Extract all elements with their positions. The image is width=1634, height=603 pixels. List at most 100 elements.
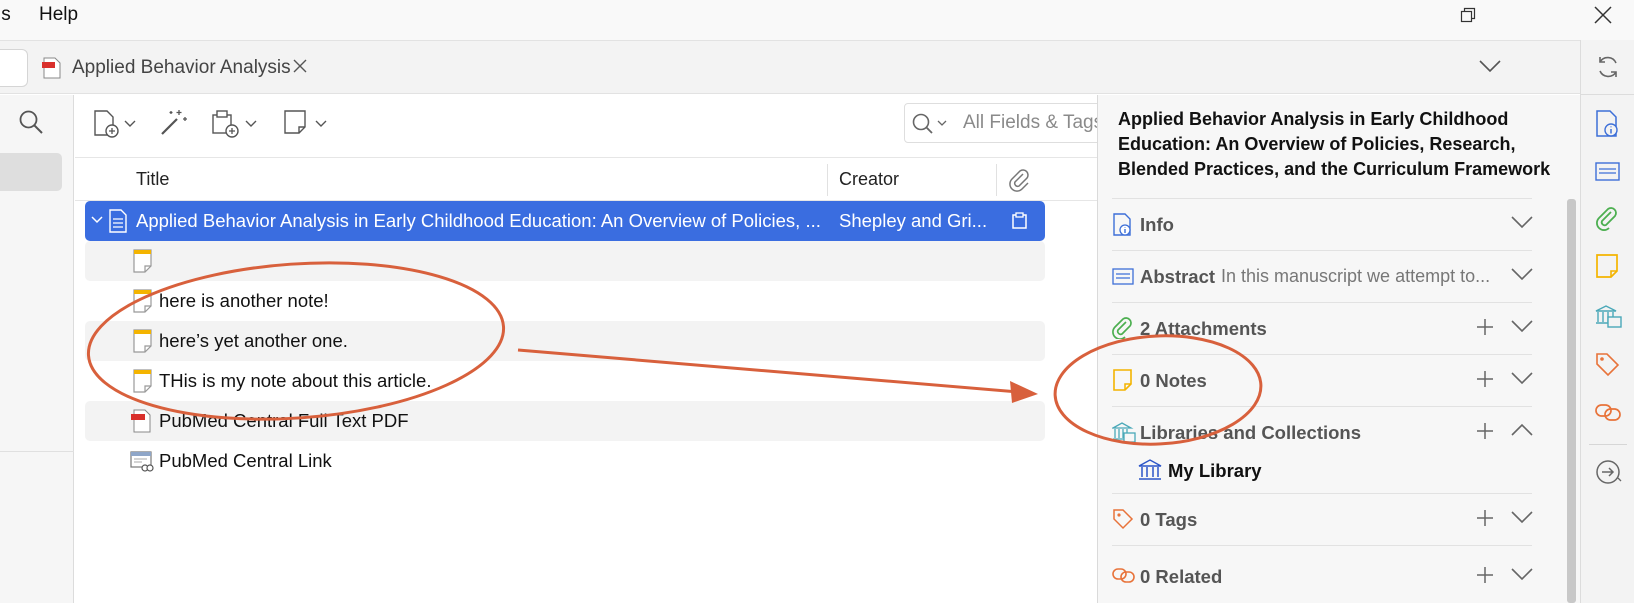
- section-attachments-label: 2 Attachments: [1140, 318, 1267, 339]
- plus-icon: [1477, 423, 1493, 439]
- magic-wand-icon: [161, 110, 187, 135]
- section-abstract[interactable]: Abstract In this manuscript we attempt t…: [1112, 250, 1533, 302]
- menu-help[interactable]: Help: [39, 4, 78, 26]
- chevron-down-icon: [1479, 60, 1501, 73]
- library-name: My Library: [1168, 460, 1262, 481]
- section-toggle[interactable]: [1511, 423, 1533, 437]
- menu-tools[interactable]: ls: [0, 4, 11, 26]
- section-toggle[interactable]: [1511, 215, 1533, 229]
- table-row-parent[interactable]: Applied Behavior Analysis in Early Child…: [85, 201, 1045, 241]
- add-note-button[interactable]: [1475, 369, 1495, 389]
- section-notes[interactable]: 0 Notes: [1112, 354, 1533, 406]
- section-attachments[interactable]: 2 Attachments: [1112, 302, 1533, 354]
- nav-related-button[interactable]: [1595, 400, 1623, 424]
- new-note-icon: [284, 110, 327, 134]
- tab-library[interactable]: [0, 49, 28, 87]
- items-pane: Title Creator Applied Behavior Analysis …: [75, 95, 1160, 603]
- nav-notes-button[interactable]: [1595, 254, 1621, 280]
- add-attachment-icon: [212, 110, 257, 138]
- pdf-icon: [42, 57, 61, 79]
- tab-document-title[interactable]: Applied Behavior Analysis: [72, 57, 291, 79]
- tabs-menu-button[interactable]: [1479, 59, 1501, 73]
- abstract-preview: In this manuscript we attempt to...: [1221, 266, 1491, 286]
- tab-bar: Applied Behavior Analysis: [0, 40, 1580, 94]
- section-info[interactable]: Info: [1112, 198, 1533, 250]
- table-row[interactable]: here is another note!: [85, 281, 1045, 321]
- sync-button[interactable]: [1595, 54, 1621, 80]
- table-row[interactable]: THis is my note about this article.: [85, 361, 1045, 401]
- plus-icon: [1477, 371, 1493, 387]
- note-icon: [1112, 369, 1134, 391]
- add-by-identifier-button[interactable]: [159, 107, 191, 137]
- journal-article-icon: [109, 209, 127, 233]
- chevron-down-icon: [1511, 372, 1533, 385]
- chevron-down-icon: [1511, 568, 1533, 581]
- tab-close-button[interactable]: [292, 58, 308, 74]
- table-row[interactable]: PubMed Central Link: [85, 441, 1045, 481]
- chevron-down-icon: [1511, 320, 1533, 333]
- section-libraries[interactable]: Libraries and Collections My Library: [1112, 406, 1533, 496]
- attachment-icon: [1112, 317, 1134, 339]
- nav-tags-button[interactable]: [1595, 352, 1621, 378]
- twisty-toggle[interactable]: [91, 215, 103, 225]
- search-mode-button[interactable]: [911, 112, 955, 136]
- chevron-down-icon: [91, 216, 103, 224]
- menubar: ls Help: [0, 0, 1634, 40]
- item-title: THis is my note about this article.: [159, 370, 432, 391]
- section-toggle[interactable]: [1511, 510, 1533, 524]
- table-row[interactable]: PubMed Central Full Text PDF: [85, 401, 1045, 441]
- close-window-button[interactable]: [1580, 0, 1626, 30]
- nav-info-button[interactable]: [1595, 110, 1621, 138]
- tag-icon: [1596, 353, 1620, 377]
- restore-button[interactable]: [1445, 0, 1491, 30]
- add-attachment-button[interactable]: [211, 109, 261, 139]
- section-toggle[interactable]: [1511, 319, 1533, 333]
- collection-search-button[interactable]: [18, 109, 44, 135]
- item-pane-scrollbar[interactable]: [1567, 199, 1576, 603]
- section-toggle[interactable]: [1511, 267, 1533, 281]
- plus-icon: [1477, 510, 1493, 526]
- table-row[interactable]: [85, 241, 1045, 281]
- item-title: Applied Behavior Analysis in Early Child…: [136, 210, 821, 231]
- attachment-status-icon[interactable]: [1011, 212, 1029, 230]
- note-icon: [1596, 254, 1618, 278]
- table-row[interactable]: here’s yet another one.: [85, 321, 1045, 361]
- new-item-icon: [94, 110, 136, 138]
- nav-attachments-button[interactable]: [1595, 206, 1621, 232]
- section-toggle[interactable]: [1511, 371, 1533, 385]
- item-title: here’s yet another one.: [159, 330, 348, 351]
- column-separator[interactable]: [996, 164, 997, 196]
- column-separator[interactable]: [827, 164, 828, 196]
- nav-divider: [1581, 94, 1634, 95]
- collection-selected-row[interactable]: [0, 153, 62, 191]
- section-tags[interactable]: 0 Tags: [1112, 493, 1533, 545]
- search-icon: [19, 110, 43, 134]
- column-attachments[interactable]: [1008, 168, 1032, 192]
- related-icon: [1112, 564, 1136, 586]
- add-attachment-button[interactable]: [1475, 317, 1495, 337]
- note-icon: [133, 289, 153, 313]
- new-note-button[interactable]: [283, 109, 329, 139]
- item-title: PubMed Central Link: [159, 450, 332, 471]
- nav-libraries-button[interactable]: [1595, 304, 1623, 330]
- add-to-collection-button[interactable]: [1475, 421, 1495, 441]
- nav-locate-button[interactable]: [1595, 458, 1623, 486]
- section-toggle[interactable]: [1511, 567, 1533, 581]
- chevron-down-icon: [1511, 268, 1533, 281]
- section-related[interactable]: 0 Related: [1112, 545, 1533, 597]
- item-pane-title[interactable]: Applied Behavior Analysis in Early Child…: [1118, 107, 1558, 182]
- section-abstract-label: Abstract: [1140, 266, 1216, 287]
- column-creator[interactable]: Creator: [839, 169, 899, 190]
- library-icon: [1112, 421, 1136, 443]
- add-related-button[interactable]: [1475, 565, 1495, 585]
- related-icon: [1595, 404, 1621, 421]
- column-title[interactable]: Title: [136, 169, 169, 190]
- add-tag-button[interactable]: [1475, 508, 1495, 528]
- note-icon: [133, 369, 153, 393]
- pane-divider: [0, 451, 74, 452]
- new-item-button[interactable]: [93, 109, 139, 139]
- section-libraries-label: Libraries and Collections: [1140, 422, 1362, 443]
- nav-abstract-button[interactable]: [1595, 160, 1621, 184]
- chevron-down-icon: [1511, 216, 1533, 229]
- note-icon: [133, 249, 153, 273]
